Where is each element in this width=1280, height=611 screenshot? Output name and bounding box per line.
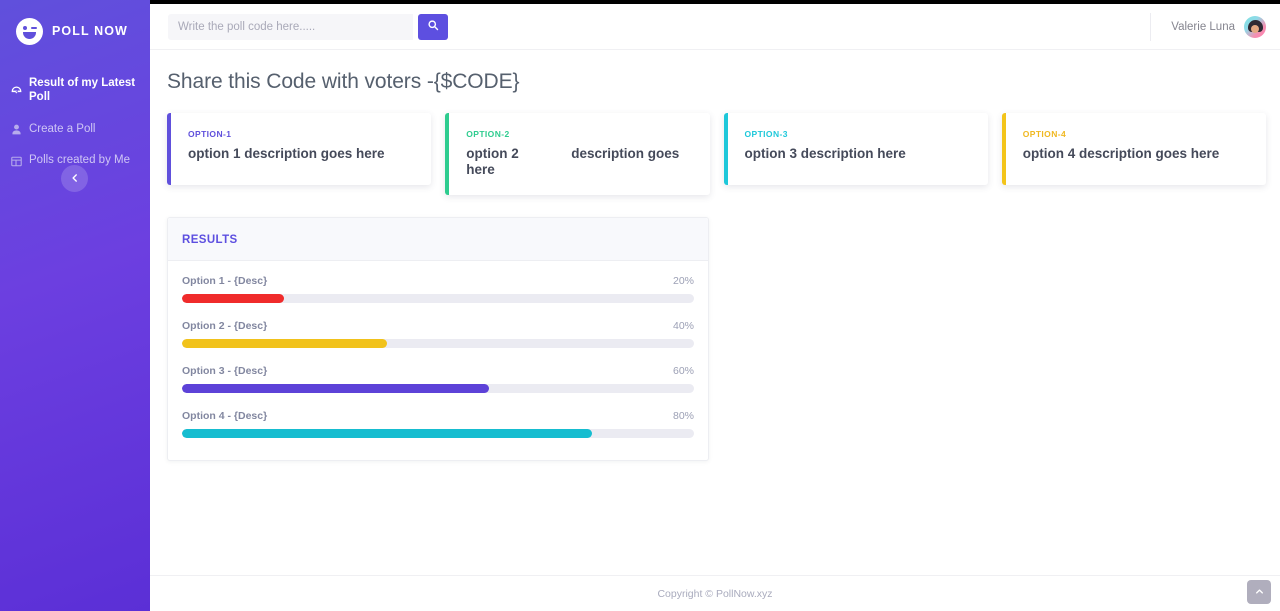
- result-row: Option 1 - {Desc} 20%: [182, 275, 694, 303]
- results-body: Option 1 - {Desc} 20% Option 2 - {Desc} …: [168, 261, 708, 460]
- sidebar-item-label: Create a Poll: [29, 122, 96, 135]
- result-percent: 60%: [672, 364, 694, 377]
- results-title: RESULTS: [182, 233, 238, 246]
- option-card[interactable]: OPTION-4 option 4 description goes here: [1001, 113, 1266, 185]
- option-card-description: option 3 description here: [744, 146, 906, 161]
- result-percent: 80%: [672, 409, 694, 422]
- result-bar-fill: [182, 338, 387, 348]
- search-input[interactable]: [168, 13, 413, 40]
- copyright-text: Copyright © PollNow.xyz: [657, 587, 773, 600]
- option-card-label: OPTION-4: [1022, 129, 1067, 139]
- result-bar-fill: [182, 293, 285, 303]
- result-row: Option 4 - {Desc} 80%: [182, 410, 694, 438]
- result-row-meta: Option 4 - {Desc} 80%: [182, 410, 694, 422]
- result-row-meta: Option 2 - {Desc} 40%: [182, 320, 694, 332]
- page-title: Share this Code with voters -{$CODE}: [167, 70, 520, 93]
- main-area: Valerie Luna Share this Code with voters…: [150, 0, 1280, 611]
- scroll-to-top-button[interactable]: [1247, 580, 1271, 604]
- user-menu[interactable]: Valerie Luna: [1150, 12, 1266, 41]
- sidebar-nav: Result of my Latest Poll Create a Poll P…: [0, 68, 150, 177]
- result-label: Option 2 - {Desc}: [182, 319, 268, 332]
- table-grid-icon: [10, 155, 23, 168]
- option-card[interactable]: OPTION-1 option 1 description goes here: [167, 113, 432, 185]
- result-row-meta: Option 1 - {Desc} 20%: [182, 275, 694, 287]
- sidebar-item-create-poll[interactable]: Create a Poll: [0, 114, 150, 146]
- option-card-label: OPTION-2: [466, 129, 510, 139]
- result-bar-track: [182, 338, 694, 348]
- result-label: Option 3 - {Desc}: [182, 364, 268, 377]
- sidebar-item-latest-poll-result[interactable]: Result of my Latest Poll: [0, 68, 150, 114]
- result-percent: 40%: [672, 319, 694, 332]
- option-card-description: option 4 description goes here: [1022, 146, 1220, 161]
- sidebar-collapse-button[interactable]: [61, 165, 88, 192]
- app-root: POLL NOW Result of my Latest Poll Create…: [0, 0, 1280, 611]
- chevron-left-icon: [70, 170, 80, 188]
- sidebar-item-label: Result of my Latest Poll: [29, 77, 136, 103]
- result-label: Option 4 - {Desc}: [182, 409, 268, 422]
- result-row: Option 3 - {Desc} 60%: [182, 365, 694, 393]
- wink-smiley-icon: [16, 17, 43, 45]
- content-area: Share this Code with voters -{$CODE} OPT…: [150, 50, 1280, 575]
- result-row: Option 2 - {Desc} 40%: [182, 320, 694, 348]
- brand-label: POLL NOW: [52, 24, 128, 38]
- option-card[interactable]: OPTION-3 option 3 description here: [723, 113, 988, 185]
- result-label: Option 1 - {Desc}: [182, 274, 268, 287]
- search-icon: [427, 19, 439, 34]
- results-header: RESULTS: [168, 217, 708, 261]
- result-bar-track: [182, 383, 694, 393]
- search-button[interactable]: [418, 13, 448, 40]
- result-bar-track: [182, 428, 694, 438]
- user-name: Valerie Luna: [1171, 20, 1235, 33]
- option-card-description: option 2 description goes here: [466, 146, 684, 177]
- result-percent: 20%: [672, 274, 694, 287]
- option-card[interactable]: OPTION-2 option 2 description goes here: [445, 113, 710, 195]
- result-bar-fill: [182, 383, 490, 393]
- avatar[interactable]: [1244, 15, 1266, 38]
- result-row-meta: Option 3 - {Desc} 60%: [182, 365, 694, 377]
- sidebar: POLL NOW Result of my Latest Poll Create…: [0, 0, 150, 611]
- option-card-label: OPTION-3: [744, 129, 788, 139]
- topbar: Valerie Luna: [150, 4, 1280, 50]
- result-bar-track: [182, 293, 694, 303]
- search-bar: [168, 13, 448, 40]
- option-cards: OPTION-1 option 1 description goes here …: [167, 113, 1266, 195]
- user-icon: [10, 123, 23, 136]
- option-card-description: option 1 description goes here: [188, 146, 385, 161]
- result-bar-fill: [182, 428, 592, 438]
- chevron-up-icon: [1255, 583, 1264, 601]
- footer: Copyright © PollNow.xyz: [150, 575, 1280, 611]
- dashboard-icon: [10, 84, 23, 97]
- results-panel: RESULTS Option 1 - {Desc} 20% Option 2 -…: [167, 216, 709, 461]
- option-card-label: OPTION-1: [188, 129, 232, 139]
- brand[interactable]: POLL NOW: [0, 0, 150, 50]
